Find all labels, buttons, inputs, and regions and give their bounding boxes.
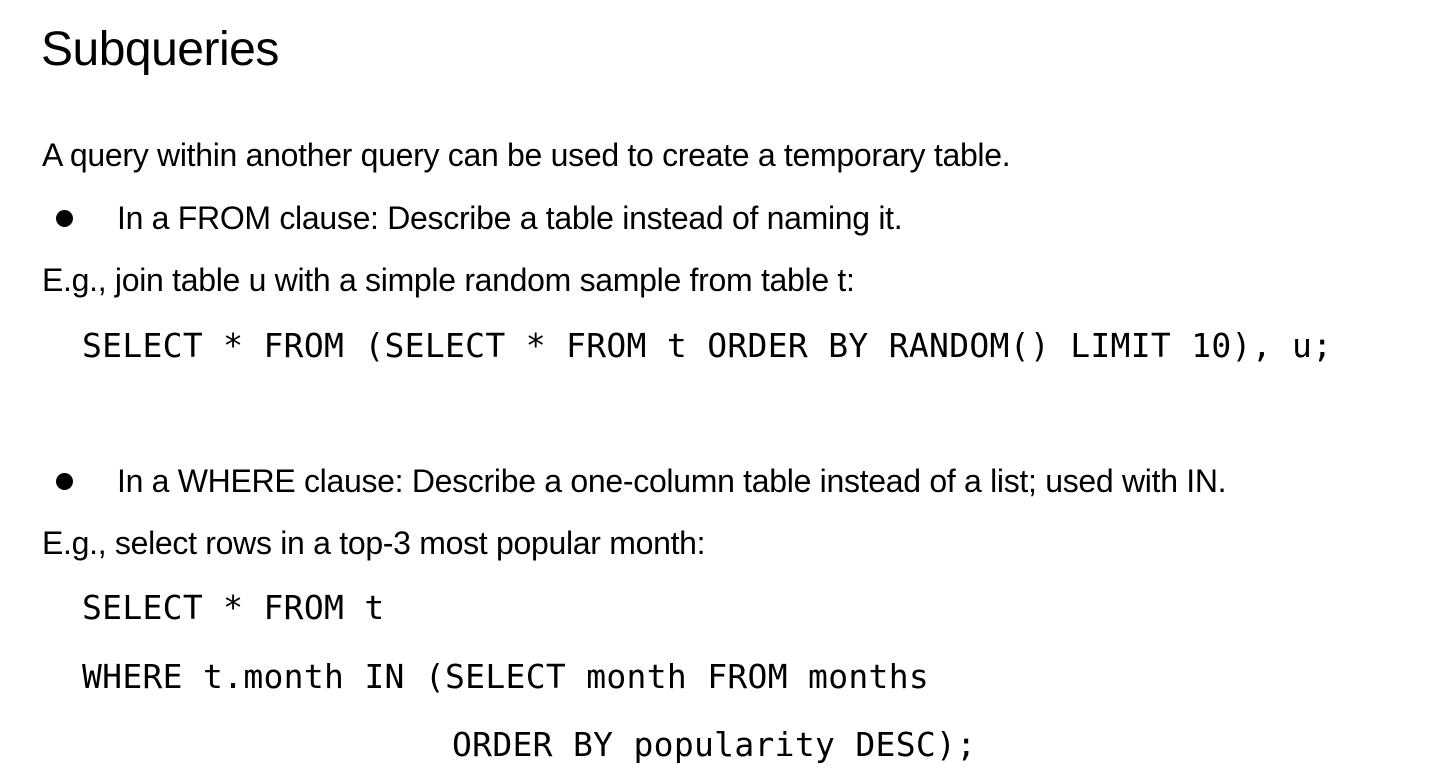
code-line: SELECT * FROM t: [82, 588, 385, 627]
code-line: ORDER BY popularity DESC);: [452, 725, 977, 764]
intro-text: A query within another query can be used…: [42, 137, 1011, 173]
bullet-item-from-clause: In a FROM clause: Describe a table inste…: [56, 198, 903, 238]
example-label: E.g., join table u with a simple random …: [42, 262, 855, 298]
bullet-text: In a FROM clause: Describe a table inste…: [117, 200, 903, 236]
bullet-dot-icon: [56, 209, 73, 227]
code-line: WHERE t.month IN (SELECT month FROM mont…: [82, 657, 930, 696]
code-line: SELECT * FROM (SELECT * FROM t ORDER BY …: [82, 326, 1333, 365]
bullet-text: In a WHERE clause: Describe a one-column…: [117, 463, 1227, 499]
slide-title: Subqueries: [41, 23, 279, 76]
example-label: E.g., select rows in a top-3 most popula…: [42, 525, 706, 561]
bullet-item-where-clause: In a WHERE clause: Describe a one-column…: [56, 461, 1227, 501]
bullet-dot-icon: [56, 472, 73, 490]
slide: Subqueries A query within another query …: [0, 0, 1440, 772]
